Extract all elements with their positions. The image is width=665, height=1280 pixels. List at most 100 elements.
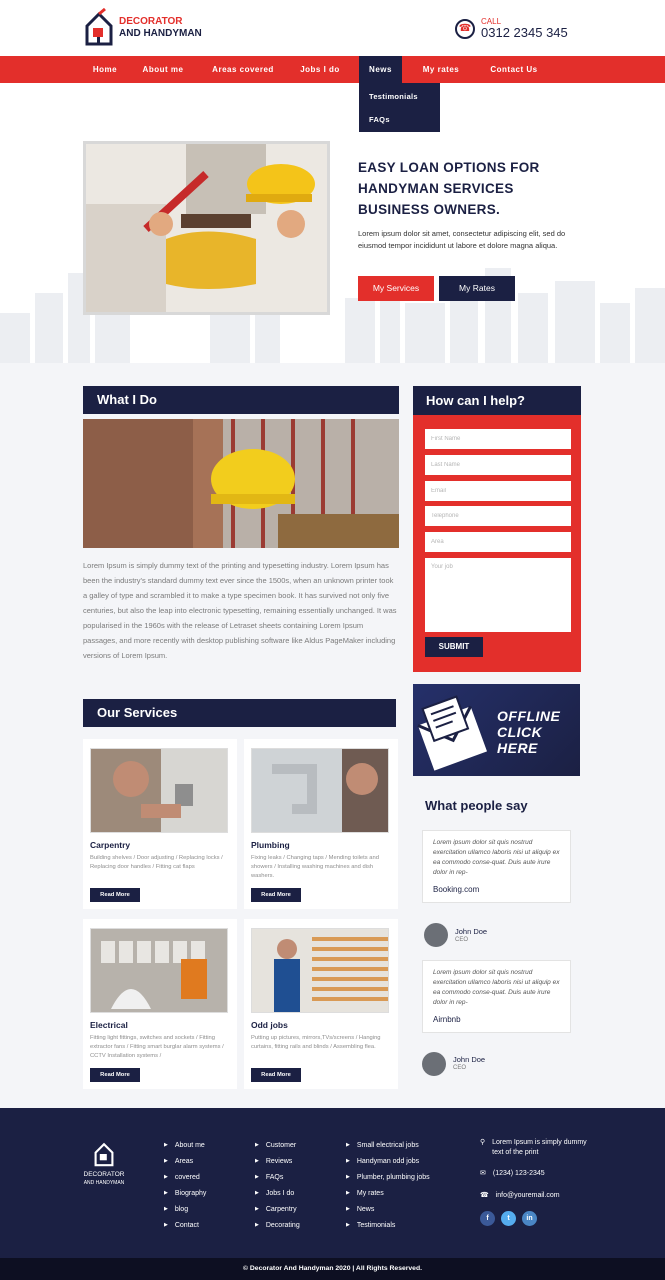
arrow-right-icon: ▶ bbox=[164, 1190, 168, 1196]
our-services-heading: Our Services bbox=[83, 699, 396, 727]
testimonials-panel: What people say Lorem ipsum dolor sit qu… bbox=[413, 790, 580, 1088]
service-title: Odd jobs bbox=[251, 1020, 288, 1030]
nav-news[interactable]: News bbox=[359, 56, 402, 83]
twitter-icon[interactable]: t bbox=[501, 1211, 516, 1226]
nav-about-me[interactable]: About me bbox=[132, 56, 194, 83]
footer-link[interactable]: ▶ Testimonials bbox=[346, 1217, 430, 1233]
call-block[interactable]: ☎ CALL 0312 2345 345 bbox=[455, 17, 568, 40]
arrow-right-icon: ▶ bbox=[255, 1174, 259, 1180]
nav-my-rates[interactable]: My rates bbox=[412, 56, 470, 83]
service-card-electrical: Electrical Fitting light fittings, switc… bbox=[83, 919, 237, 1089]
testimonial-role: CEO bbox=[455, 937, 469, 943]
facebook-icon[interactable]: f bbox=[480, 1211, 495, 1226]
service-description: Putting up pictures, mirrors,TVs/screens… bbox=[251, 1035, 381, 1050]
nav-home[interactable]: Home bbox=[84, 56, 126, 83]
arrow-right-icon: ▶ bbox=[346, 1158, 350, 1164]
read-more-button[interactable]: Read More bbox=[251, 888, 301, 902]
service-card-carpentry: Carpentry Building shelves / Door adjust… bbox=[83, 739, 237, 909]
submit-button[interactable]: SUBMIT bbox=[425, 637, 483, 657]
footer-link[interactable]: ▶ Areas bbox=[164, 1153, 206, 1169]
nav-jobs-i-do[interactable]: Jobs I do bbox=[290, 56, 350, 83]
footer-link[interactable]: ▶ Carpentry bbox=[255, 1201, 300, 1217]
footer-link[interactable]: ▶ Decorating bbox=[255, 1217, 300, 1233]
footer-link[interactable]: ▶ Customer bbox=[255, 1137, 300, 1153]
email-field[interactable] bbox=[425, 481, 571, 501]
site-header: DECORATOR AND HANDYMAN ☎ CALL 0312 2345 … bbox=[0, 0, 665, 56]
testimonial-role: CEO bbox=[453, 1065, 467, 1071]
read-more-button[interactable]: Read More bbox=[251, 1068, 301, 1082]
house-logo-icon bbox=[94, 1142, 114, 1167]
arrow-right-icon: ▶ bbox=[164, 1206, 168, 1212]
testimonial-card: Lorem ipsum dolor sit quis nostrud exerc… bbox=[422, 830, 571, 903]
footer-link[interactable]: ▶ Biography bbox=[164, 1185, 206, 1201]
service-card-plumbing: Plumbing Fixing leaks / Changing taps / … bbox=[244, 739, 398, 909]
first-name-field[interactable] bbox=[425, 429, 571, 449]
my-rates-button[interactable]: My Rates bbox=[439, 276, 515, 301]
handyman-blinds-illustration bbox=[252, 929, 388, 1012]
arrow-right-icon: ▶ bbox=[164, 1174, 168, 1180]
nav-areas-covered[interactable]: Areas covered bbox=[202, 56, 284, 83]
arrow-right-icon: ▶ bbox=[346, 1174, 350, 1180]
footer-link[interactable]: ▶ My rates bbox=[346, 1185, 430, 1201]
footer-link[interactable]: ▶ About me bbox=[164, 1137, 206, 1153]
site-footer: DECORATOR AND HANDYMAN ▶ About me ▶ Areas … bbox=[0, 1108, 665, 1258]
arrow-right-icon: ▶ bbox=[346, 1206, 350, 1212]
my-services-button[interactable]: My Services bbox=[358, 276, 434, 301]
location-pin-icon: ⚲ bbox=[480, 1139, 486, 1146]
nav-contact-us[interactable]: Contact Us bbox=[480, 56, 548, 83]
footer-link[interactable]: ▶ blog bbox=[164, 1201, 206, 1217]
service-image bbox=[90, 928, 228, 1013]
arrow-right-icon: ▶ bbox=[164, 1158, 168, 1164]
read-more-button[interactable]: Read More bbox=[90, 1068, 140, 1082]
avatar bbox=[422, 1052, 446, 1076]
dropdown-item-testimonials[interactable]: Testimonials bbox=[369, 92, 418, 101]
call-number[interactable]: 0312 2345 345 bbox=[481, 26, 568, 40]
service-description: Fixing leaks / Changing taps / Mending t… bbox=[251, 855, 379, 879]
footer-link[interactable]: ▶ FAQs bbox=[255, 1169, 300, 1185]
telephone-field[interactable] bbox=[425, 506, 571, 526]
electrician-fuse-box-illustration bbox=[91, 929, 227, 1012]
envelope-letter-icon bbox=[417, 695, 488, 771]
testimonial-card: Lorem ipsum dolor sit quis nostrud exerc… bbox=[422, 960, 571, 1033]
footer-email[interactable]: ☎ info@youremail.com bbox=[480, 1191, 560, 1201]
arrow-right-icon: ▶ bbox=[346, 1142, 350, 1148]
site-logo[interactable]: DECORATOR AND HANDYMAN bbox=[83, 8, 202, 48]
footer-link[interactable]: ▶ Small electrical jobs bbox=[346, 1137, 430, 1153]
footer-logo[interactable]: DECORATOR AND HANDYMAN bbox=[83, 1140, 125, 1187]
dropdown-item-faqs[interactable]: FAQs bbox=[369, 115, 390, 124]
what-i-do-image bbox=[83, 419, 399, 548]
footer-column-1: ▶ About me ▶ Areas ▶ covered ▶ Biography ▶ bl… bbox=[164, 1137, 206, 1233]
carpenter-door-lock-illustration bbox=[91, 749, 227, 832]
your-job-field[interactable] bbox=[425, 558, 571, 632]
last-name-field[interactable] bbox=[425, 455, 571, 475]
footer-link[interactable]: ▶ Reviews bbox=[255, 1153, 300, 1169]
footer-link[interactable]: ▶ Contact bbox=[164, 1217, 206, 1233]
footer-link[interactable]: ▶ Plumber, plumbing jobs bbox=[346, 1169, 430, 1185]
read-more-button[interactable]: Read More bbox=[90, 888, 140, 902]
arrow-right-icon: ▶ bbox=[255, 1222, 259, 1228]
footer-phone[interactable]: ✉ (1234) 123-2345 bbox=[480, 1169, 545, 1179]
testimonial-name: John Doe bbox=[455, 927, 488, 936]
offline-click-here-banner[interactable]: OFFLINE CLICK HERE bbox=[413, 684, 580, 776]
phone-icon: ☎ bbox=[455, 18, 475, 39]
offline-line3: HERE bbox=[497, 740, 538, 756]
footer-link[interactable]: ▶ Handyman odd jobs bbox=[346, 1153, 430, 1169]
footer-column-3: ▶ Small electrical jobs ▶ Handyman odd job… bbox=[346, 1137, 430, 1233]
footer-link[interactable]: ▶ News bbox=[346, 1201, 430, 1217]
arrow-right-icon: ▶ bbox=[164, 1222, 168, 1228]
what-i-do-paragraph: Lorem Ipsum is simply dummy text of the … bbox=[83, 561, 397, 660]
hero-text: Lorem ipsum dolor sit amet, consectetur … bbox=[358, 229, 566, 250]
testimonials-title: What people say bbox=[425, 798, 528, 813]
footer-link[interactable]: ▶ Jobs I do bbox=[255, 1185, 300, 1201]
copyright-bar: © Decorator And Handyman 2020 | All Righ… bbox=[0, 1258, 665, 1280]
linkedin-icon[interactable]: in bbox=[522, 1211, 537, 1226]
area-field[interactable] bbox=[425, 532, 571, 552]
testimonial-quote: Lorem ipsum dolor sit quis nostrud exerc… bbox=[433, 969, 560, 1006]
service-image bbox=[251, 748, 389, 833]
service-image bbox=[251, 928, 389, 1013]
footer-link[interactable]: ▶ covered bbox=[164, 1169, 206, 1185]
offline-line2: CLICK bbox=[497, 724, 543, 740]
hero-handyman-image bbox=[83, 141, 330, 315]
social-links: f t in bbox=[480, 1211, 537, 1226]
envelope-icon: ✉ bbox=[480, 1170, 486, 1177]
